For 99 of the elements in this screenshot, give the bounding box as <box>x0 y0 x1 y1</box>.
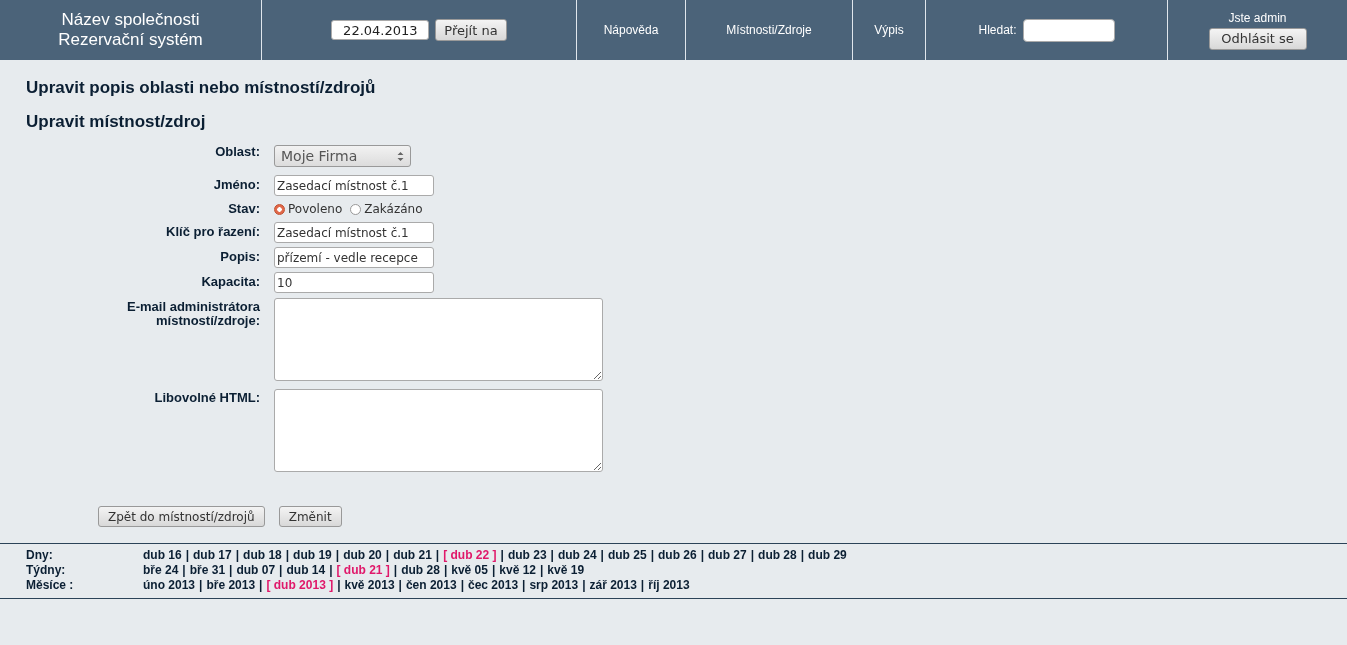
date-link[interactable]: čen 2013 <box>405 578 457 593</box>
back-button[interactable]: Zpět do místností/zdrojů <box>98 506 265 527</box>
separator: | <box>700 548 704 563</box>
nav-link[interactable]: Nápověda <box>603 23 659 37</box>
nav-row-label: Týdny: <box>26 563 67 578</box>
date-link[interactable]: bře 2013 <box>206 578 256 593</box>
nav-link[interactable]: Výpis <box>874 23 904 37</box>
date-link[interactable]: kvě 12 <box>499 563 536 578</box>
text-area[interactable] <box>274 389 603 472</box>
date-link[interactable]: zář 2013 <box>589 578 637 593</box>
date-link[interactable]: dub 21 <box>393 548 432 563</box>
field-label: E-mail administrátora místností/zdroje: <box>126 298 260 330</box>
text-area[interactable] <box>274 298 603 381</box>
date-link[interactable]: kvě 05 <box>451 563 488 578</box>
separator: | <box>285 548 290 563</box>
date-link[interactable]: kvě 2013 <box>344 578 395 593</box>
date-link[interactable]: bře 31 <box>189 563 226 578</box>
separator: | <box>259 578 263 593</box>
field-label: Stav: <box>227 200 260 218</box>
nav-row-label: Dny: <box>26 548 54 563</box>
field-label: Kapacita: <box>200 273 260 291</box>
date-link[interactable]: [ dub 2013 ] <box>266 578 334 593</box>
date-link[interactable]: čec 2013 <box>468 578 519 593</box>
date-link[interactable]: dub 20 <box>343 548 382 563</box>
date-link[interactable]: dub 28 <box>401 563 440 578</box>
date-link[interactable]: dub 19 <box>293 548 332 563</box>
separator: | <box>337 578 341 593</box>
page-title: Upravit popis oblasti nebo místností/zdrojů <box>26 78 377 98</box>
date-link[interactable]: dub 23 <box>507 548 547 563</box>
updown-arrows-icon <box>397 150 404 162</box>
separator: | <box>800 548 805 563</box>
field-label: Jméno: <box>212 176 260 194</box>
field-label: Libovolné HTML: <box>153 389 260 407</box>
date-field[interactable]: 22.04.2013 <box>331 20 430 40</box>
separator: | <box>443 563 448 578</box>
radio-label: Zakázáno <box>364 202 423 216</box>
section-title: Upravit místnost/zdroj <box>26 112 207 132</box>
separator: | <box>650 548 654 563</box>
date-link[interactable]: dub 28 <box>758 548 797 563</box>
date-link[interactable]: dub 07 <box>236 563 276 578</box>
radio-label: Povoleno <box>288 202 343 216</box>
text-field[interactable]: Zasedací místnost č.1 <box>274 222 434 243</box>
date-link[interactable]: srp 2013 <box>529 578 579 593</box>
date-link[interactable]: dub 17 <box>193 548 232 563</box>
separator: | <box>491 563 496 578</box>
separator: | <box>550 548 554 563</box>
text-field[interactable]: přízemí - vedle recepce <box>274 247 434 268</box>
nav-link[interactable]: Místnosti/Zdroje <box>726 23 812 37</box>
separator: | <box>335 548 340 563</box>
submit-button[interactable]: Změnit <box>278 506 342 527</box>
nav-row-label: Měsíce : <box>26 578 75 593</box>
date-link[interactable]: [ dub 22 ] <box>443 548 497 563</box>
separator: | <box>460 578 464 593</box>
date-link[interactable]: úno 2013 <box>143 578 196 593</box>
separator: | <box>540 563 544 578</box>
separator: | <box>385 548 390 563</box>
separator: | <box>640 578 645 593</box>
separator: | <box>185 548 190 563</box>
date-link[interactable]: kvě 19 <box>547 563 585 578</box>
area-dropdown[interactable]: Moje Firma <box>274 145 411 167</box>
text-field[interactable]: 10 <box>274 272 434 293</box>
date-link[interactable]: dub 26 <box>658 548 697 563</box>
date-link[interactable]: dub 25 <box>607 548 647 563</box>
radio-button[interactable] <box>274 203 285 215</box>
separator: | <box>229 563 233 578</box>
field-label: Klíč pro řazení: <box>165 223 260 241</box>
text-field[interactable]: Zasedací místnost č.1 <box>274 175 434 196</box>
field-label: Oblast: <box>214 144 260 161</box>
date-link[interactable]: dub 16 <box>143 548 182 563</box>
search-label: Hledat: <box>978 23 1017 37</box>
separator: | <box>279 563 283 578</box>
user-label: Jste admin <box>1228 10 1287 25</box>
separator: | <box>398 578 402 593</box>
separator: | <box>582 578 586 593</box>
search-field[interactable] <box>1022 18 1115 42</box>
separator: | <box>435 548 440 563</box>
separator: | <box>522 578 526 593</box>
separator: | <box>500 548 504 563</box>
date-link[interactable]: dub 24 <box>557 548 597 563</box>
date-link[interactable]: [ dub 21 ] <box>336 563 390 578</box>
logout-button[interactable]: Odhlásit se <box>1208 27 1307 50</box>
separator: | <box>235 548 240 563</box>
separator: | <box>329 563 333 578</box>
radio-button[interactable] <box>350 203 362 215</box>
separator: | <box>600 548 604 563</box>
field-label: Popis: <box>219 248 260 266</box>
company-name: Název společnosti <box>61 10 200 30</box>
date-link[interactable]: dub 27 <box>708 548 747 563</box>
separator: | <box>750 548 755 563</box>
separator: | <box>393 563 398 578</box>
date-link[interactable]: dub 29 <box>808 548 847 563</box>
separator: | <box>199 578 203 593</box>
date-link[interactable]: dub 18 <box>243 548 282 563</box>
separator: | <box>182 563 186 578</box>
date-link[interactable]: bře 24 <box>143 563 179 578</box>
goto-button[interactable]: Přejít na <box>435 19 507 41</box>
system-name: Rezervační systém <box>58 30 203 50</box>
date-link[interactable]: dub 14 <box>286 563 326 578</box>
date-link[interactable]: říj 2013 <box>648 578 690 593</box>
